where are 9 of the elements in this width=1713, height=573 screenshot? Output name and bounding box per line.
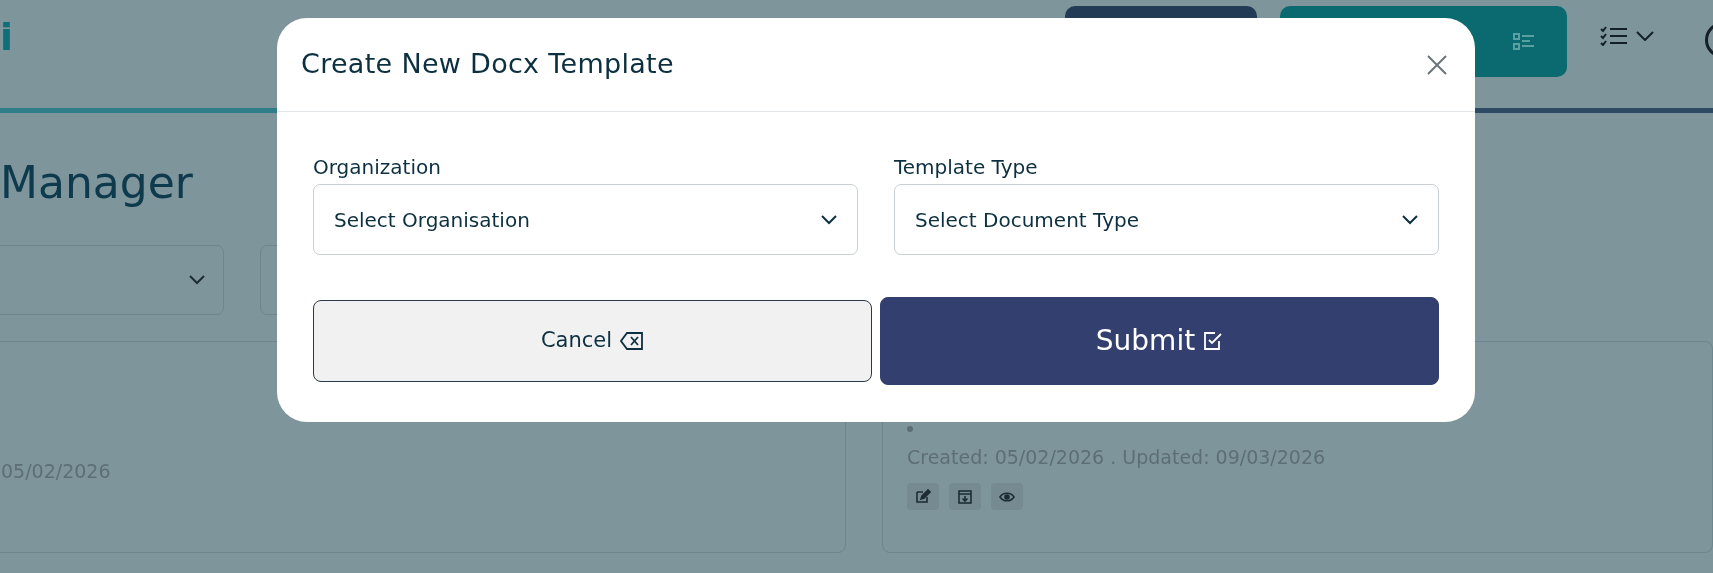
- field-label: Organization: [313, 154, 441, 181]
- submit-button[interactable]: Submit: [880, 297, 1439, 385]
- field-label: Template Type: [894, 154, 1038, 181]
- select-field[interactable]: Select Document Type: [894, 184, 1439, 255]
- select-field[interactable]: Select Organisation: [313, 184, 858, 255]
- cancel-button[interactable]: Cancel: [313, 300, 872, 382]
- modal-title: Create New Docx Template: [301, 48, 674, 81]
- logo: i: [0, 18, 14, 56]
- page-heading: Manager: [0, 161, 193, 205]
